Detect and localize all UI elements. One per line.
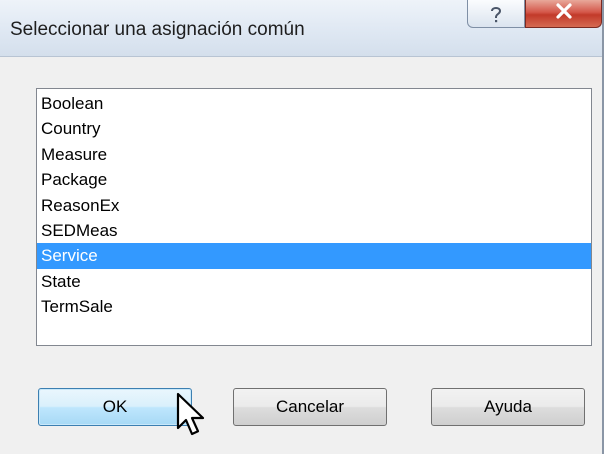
list-item-boolean[interactable]: Boolean — [37, 91, 591, 116]
list-item-country[interactable]: Country — [37, 116, 591, 141]
close-button[interactable] — [525, 0, 602, 28]
list-item-measure[interactable]: Measure — [37, 142, 591, 167]
cancel-button[interactable]: Cancelar — [233, 388, 387, 426]
screen: Seleccionar una asignación común Boolean… — [0, 0, 610, 454]
ok-button[interactable]: OK — [38, 388, 192, 426]
title-bar[interactable]: Seleccionar una asignación común — [0, 0, 602, 57]
list-item-package[interactable]: Package — [37, 167, 591, 192]
list-item-reasonex[interactable]: ReasonEx — [37, 193, 591, 218]
help-caption-button[interactable] — [467, 0, 525, 28]
question-mark-icon — [487, 4, 505, 24]
list-item-sedmeas[interactable]: SEDMeas — [37, 218, 591, 243]
mapping-listbox[interactable]: Boolean Country Measure Package ReasonEx… — [36, 88, 592, 346]
help-button[interactable]: Ayuda — [431, 388, 585, 426]
list-item-termsale[interactable]: TermSale — [37, 294, 591, 319]
dialog-title: Seleccionar una asignación común — [10, 19, 305, 40]
list-item-service[interactable]: Service — [37, 243, 591, 269]
list-item-state[interactable]: State — [37, 269, 591, 294]
select-mapping-dialog: Seleccionar una asignación común Boolean… — [0, 0, 604, 454]
close-icon — [554, 2, 574, 25]
